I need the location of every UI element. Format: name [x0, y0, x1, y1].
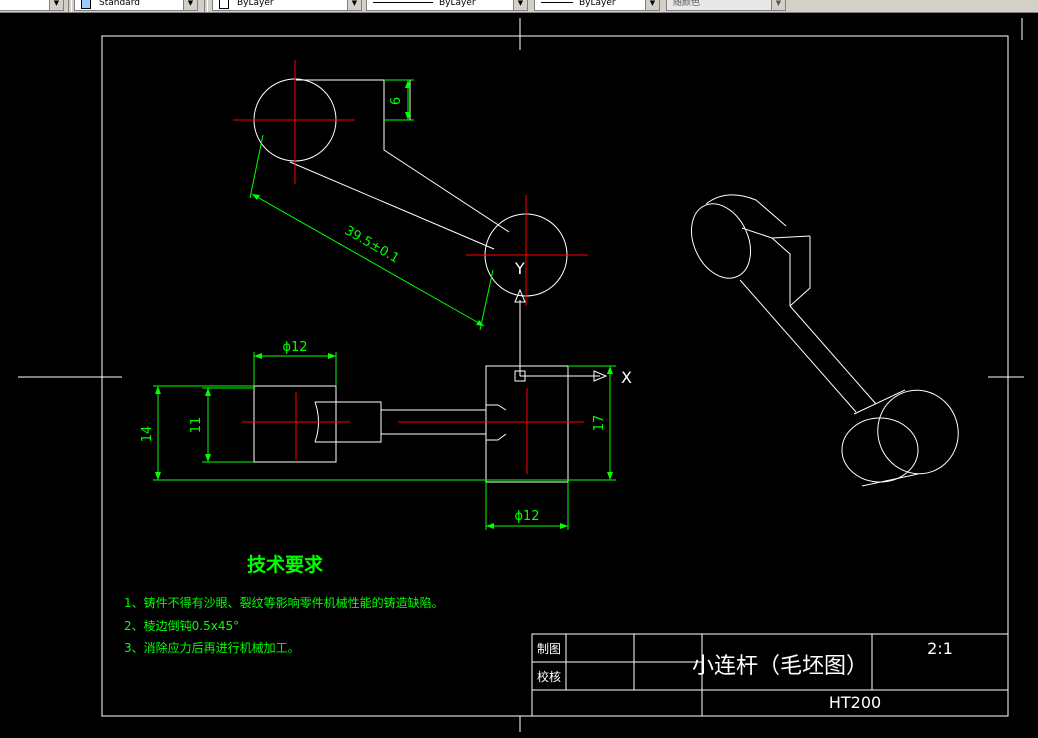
chevron-down-icon[interactable]: ▼	[183, 0, 197, 10]
ucs-x-label: X	[621, 368, 632, 387]
plotstyle-dropdown[interactable]: 随颜色 ▼	[666, 0, 786, 11]
dim-boss-height: 6	[389, 97, 404, 105]
dim-height-left-outer: 14	[140, 426, 155, 443]
chevron-down-icon[interactable]: ▼	[645, 0, 659, 10]
top-view	[233, 60, 588, 306]
textstyle-dropdown[interactable]: Standard ▼	[74, 0, 198, 11]
dim-diameter-bottom: ϕ12	[514, 509, 539, 524]
title-block-texts: 制图 校核 小连杆（毛坯图） 2:1 HT200	[537, 639, 953, 712]
color-control-value: ByLayer	[237, 0, 274, 8]
ucs-labels: X Y	[514, 259, 632, 387]
chevron-down-icon[interactable]: ▼	[347, 0, 361, 10]
tech-req-item-2: 2、棱边倒钝0.5x45°	[124, 618, 239, 633]
color-swatch-icon	[219, 0, 229, 9]
chevron-down-icon[interactable]: ▼	[771, 0, 785, 10]
dimension-texts: 6 39.5±0.1 ϕ12 ϕ12 14 11 17	[140, 97, 607, 524]
lineweight-value: ByLayer	[579, 0, 616, 8]
part-name: 小连杆（毛坯图）	[692, 654, 868, 679]
ucs-icon	[514, 288, 608, 382]
dim-height-left-inner: 11	[189, 417, 204, 434]
textstyle-icon	[81, 0, 91, 9]
toolbar-separator	[204, 0, 208, 12]
linetype-value: ByLayer	[439, 0, 476, 8]
scale-value: 2:1	[927, 639, 953, 658]
drawn-by-label: 制图	[537, 642, 561, 656]
material-value: HT200	[829, 693, 881, 712]
isometric-view	[690, 194, 959, 487]
lineweight-dropdown[interactable]: ByLayer ▼	[534, 0, 660, 11]
dimstyle-dropdown[interactable]: ▼	[0, 0, 64, 11]
chevron-down-icon[interactable]: ▼	[49, 0, 63, 10]
technical-requirements: 技术要求 1、铸件不得有沙眼、裂纹等影响零件机械性能的铸造缺陷。 2、棱边倒钝0…	[124, 553, 444, 655]
lineweight-sample-icon	[541, 2, 573, 3]
textstyle-value: Standard	[99, 0, 140, 8]
checked-by-label: 校核	[537, 669, 561, 684]
tech-req-item-1: 1、铸件不得有沙眼、裂纹等影响零件机械性能的铸造缺陷。	[124, 595, 444, 610]
front-view	[242, 365, 584, 483]
ucs-y-label: Y	[514, 259, 525, 278]
dim-center-distance: 39.5±0.1	[342, 223, 402, 266]
color-control-dropdown[interactable]: ByLayer ▼	[212, 0, 362, 11]
drawing-canvas[interactable]: 6 39.5±0.1 ϕ12 ϕ12 14 11 17 X Y 技术要求 1、铸…	[0, 12, 1038, 738]
linetype-dropdown[interactable]: ByLayer ▼	[366, 0, 528, 11]
tech-req-title: 技术要求	[247, 553, 324, 576]
linetype-sample-icon	[373, 2, 433, 3]
dim-diameter-top: ϕ12	[282, 340, 307, 355]
plotstyle-value: 随颜色	[673, 0, 701, 8]
dim-height-right: 17	[592, 415, 607, 432]
chevron-down-icon[interactable]: ▼	[513, 0, 527, 10]
tech-req-item-3: 3、消除应力后再进行机械加工。	[124, 640, 300, 655]
toolbar-separator	[68, 0, 72, 12]
